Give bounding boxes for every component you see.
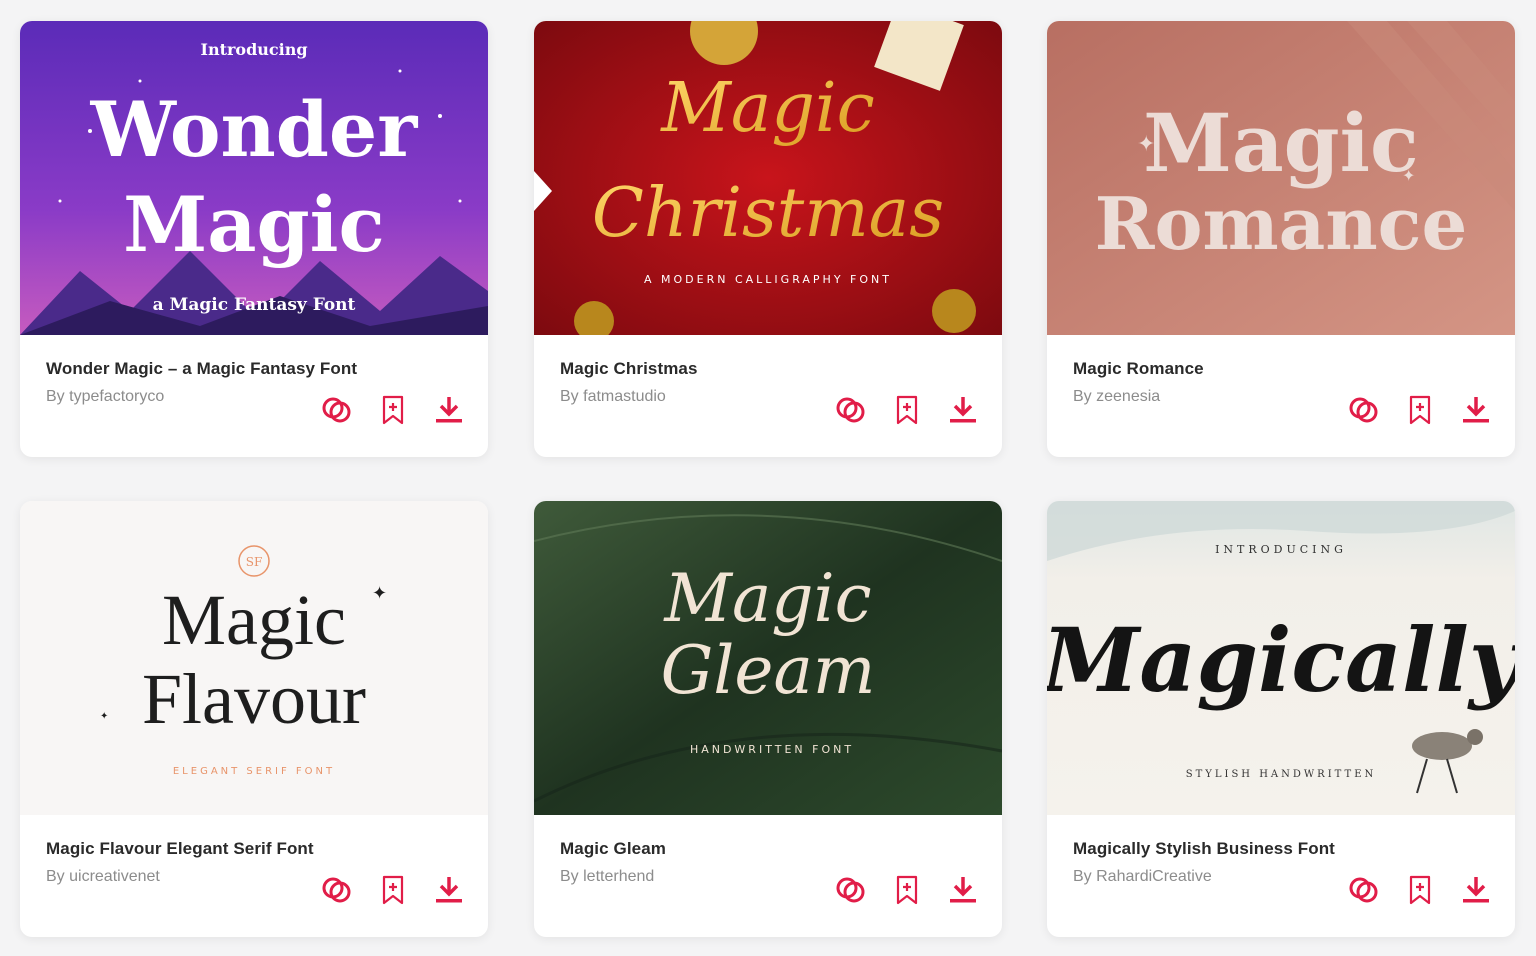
preview-tagline: ELEGANT SERIF FONT — [173, 766, 335, 777]
font-card[interactable]: SF Magic Flavour ELEGANT SERIF FONT ✦ ✦ … — [20, 501, 488, 937]
font-preview-image[interactable]: Magic Romance ✦ ✦ — [1047, 21, 1515, 335]
preview-tagline: HANDWRITTEN FONT — [690, 743, 854, 756]
svg-text:✦: ✦ — [100, 711, 108, 722]
card-meta: Magic Gleam By letterhend — [534, 815, 1002, 937]
card-actions — [1347, 873, 1493, 907]
card-actions — [1347, 393, 1493, 427]
preview-line2: Romance — [1095, 181, 1468, 266]
link-icon — [836, 397, 865, 423]
preview-line1: Magic — [162, 580, 346, 660]
link-icon — [1349, 877, 1378, 903]
font-title[interactable]: Magically Stylish Business Font — [1073, 839, 1489, 859]
bookmark-add-icon — [1409, 875, 1431, 905]
download-button[interactable] — [432, 393, 466, 427]
bookmark-button[interactable] — [890, 873, 924, 907]
bookmark-add-icon — [1409, 395, 1431, 425]
preview-line2: Christmas — [592, 174, 944, 253]
font-title[interactable]: Magic Christmas — [560, 359, 976, 379]
font-title[interactable]: Wonder Magic – a Magic Fantasy Font — [46, 359, 462, 379]
bookmark-button[interactable] — [890, 393, 924, 427]
link-button[interactable] — [834, 873, 868, 907]
download-button[interactable] — [432, 873, 466, 907]
download-icon — [436, 877, 462, 903]
card-actions — [320, 873, 466, 907]
preview-magic-christmas: Magic Christmas A MODERN CALLIGRAPHY FON… — [534, 21, 1002, 335]
link-icon — [836, 877, 865, 903]
preview-tagline: A MODERN CALLIGRAPHY FONT — [644, 273, 892, 286]
preview-magic-romance: Magic Romance ✦ ✦ — [1047, 21, 1515, 335]
download-icon — [950, 877, 976, 903]
link-button[interactable] — [1347, 393, 1381, 427]
preview-tagline: a Magic Fantasy Font — [153, 295, 356, 315]
link-icon — [322, 877, 351, 903]
link-button[interactable] — [320, 393, 354, 427]
preview-monogram: SF — [246, 555, 263, 569]
download-icon — [436, 397, 462, 423]
preview-wonder-magic: Introducing Wonder Magic a Magic Fantasy… — [20, 21, 488, 335]
preview-kicker: INTRODUCING — [1215, 543, 1347, 556]
link-button[interactable] — [1347, 873, 1381, 907]
preview-line1: Magic — [663, 560, 871, 637]
download-button[interactable] — [1459, 873, 1493, 907]
card-meta: Magic Christmas By fatmastudio — [534, 335, 1002, 457]
card-actions — [320, 393, 466, 427]
font-title[interactable]: Magic Romance — [1073, 359, 1489, 379]
download-button[interactable] — [1459, 393, 1493, 427]
card-meta: Magic Romance By zeenesia — [1047, 335, 1515, 457]
font-title[interactable]: Magic Flavour Elegant Serif Font — [46, 839, 462, 859]
download-icon — [1463, 877, 1489, 903]
link-icon — [322, 397, 351, 423]
preview-line2: Magic — [123, 180, 385, 269]
bookmark-add-icon — [382, 395, 404, 425]
link-button[interactable] — [834, 393, 868, 427]
font-card[interactable]: INTRODUCING Magically STYLISH HANDWRITTE… — [1047, 501, 1515, 937]
preview-kicker: Introducing — [200, 40, 307, 59]
preview-magic-flavour: SF Magic Flavour ELEGANT SERIF FONT ✦ ✦ — [20, 501, 488, 815]
svg-text:✦: ✦ — [372, 583, 387, 604]
preview-line2: Gleam — [661, 632, 876, 709]
card-meta: Magically Stylish Business Font By Rahar… — [1047, 815, 1515, 937]
font-card[interactable]: Introducing Wonder Magic a Magic Fantasy… — [20, 21, 488, 457]
bookmark-button[interactable] — [1403, 393, 1437, 427]
card-meta: Wonder Magic – a Magic Fantasy Font By t… — [20, 335, 488, 457]
download-button[interactable] — [946, 873, 980, 907]
preview-line1: Magic — [659, 69, 875, 148]
font-card[interactable]: Magic Romance ✦ ✦ Magic Romance By zeene… — [1047, 21, 1515, 457]
font-preview-image[interactable]: Magic Gleam HANDWRITTEN FONT — [534, 501, 1002, 815]
font-preview-image[interactable]: Introducing Wonder Magic a Magic Fantasy… — [20, 21, 488, 335]
preview-magically: INTRODUCING Magically STYLISH HANDWRITTE… — [1047, 501, 1515, 815]
card-actions — [834, 873, 980, 907]
font-preview-image[interactable]: Magic Christmas A MODERN CALLIGRAPHY FON… — [534, 21, 1002, 335]
bookmark-button[interactable] — [376, 393, 410, 427]
font-preview-image[interactable]: INTRODUCING Magically STYLISH HANDWRITTE… — [1047, 501, 1515, 815]
link-icon — [1349, 397, 1378, 423]
font-grid: Introducing Wonder Magic a Magic Fantasy… — [0, 0, 1536, 956]
preview-line1: Magic — [1143, 96, 1418, 190]
card-meta: Magic Flavour Elegant Serif Font By uicr… — [20, 815, 488, 937]
download-icon — [950, 397, 976, 423]
preview-magic-gleam: Magic Gleam HANDWRITTEN FONT — [534, 501, 1002, 815]
bookmark-button[interactable] — [1403, 873, 1437, 907]
link-button[interactable] — [320, 873, 354, 907]
preview-line2: Flavour — [142, 659, 366, 739]
font-card[interactable]: Magic Gleam HANDWRITTEN FONT Magic Gleam… — [534, 501, 1002, 937]
font-title[interactable]: Magic Gleam — [560, 839, 976, 859]
bookmark-add-icon — [896, 395, 918, 425]
card-actions — [834, 393, 980, 427]
bookmark-add-icon — [896, 875, 918, 905]
svg-text:✦: ✦ — [1137, 132, 1155, 157]
preview-line1: Wonder — [90, 85, 419, 174]
font-card[interactable]: Magic Christmas A MODERN CALLIGRAPHY FON… — [534, 21, 1002, 457]
download-icon — [1463, 397, 1489, 423]
svg-text:✦: ✦ — [1402, 166, 1415, 185]
bookmark-button[interactable] — [376, 873, 410, 907]
download-button[interactable] — [946, 393, 980, 427]
font-preview-image[interactable]: SF Magic Flavour ELEGANT SERIF FONT ✦ ✦ — [20, 501, 488, 815]
preview-tagline: STYLISH HANDWRITTEN — [1186, 769, 1377, 780]
bookmark-add-icon — [382, 875, 404, 905]
preview-line1: Magically — [1047, 608, 1515, 712]
